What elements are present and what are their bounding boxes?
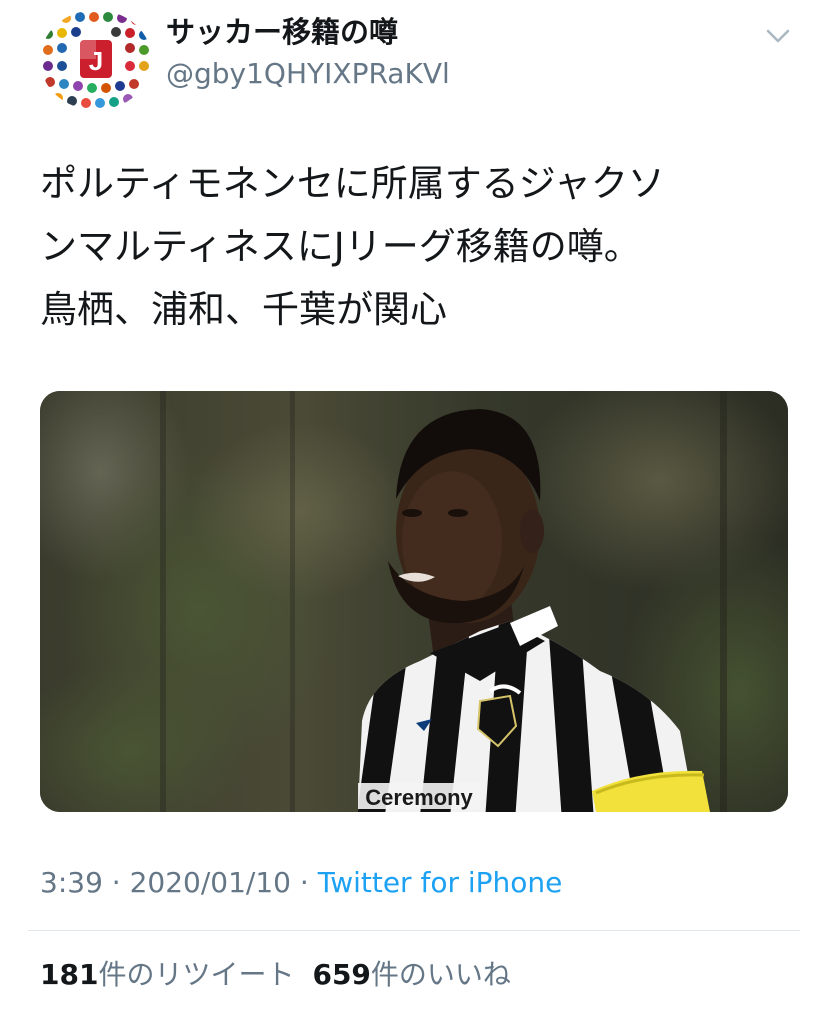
tweet-text: ポルティモネンセに所属するジャクソ ンマルティネスにJリーグ移籍の噂。 鳥栖、浦… bbox=[40, 162, 665, 331]
meta-separator: · bbox=[299, 866, 309, 899]
player-photo: Ceremony bbox=[40, 391, 788, 812]
meta-separator: · bbox=[111, 866, 121, 899]
retweet-count: 181 bbox=[40, 958, 99, 991]
tweet-time: 3:39 bbox=[40, 866, 103, 899]
tweet-date: 2020/01/10 bbox=[129, 866, 291, 899]
svg-text:J: J bbox=[89, 46, 103, 76]
chevron-down-icon[interactable] bbox=[760, 22, 796, 50]
like-label: 件のいいね bbox=[370, 958, 511, 991]
like-count: 659 bbox=[312, 958, 371, 991]
divider bbox=[28, 930, 800, 931]
jersey-sponsor-text: Ceremony bbox=[365, 785, 473, 810]
tweet-source-link[interactable]: Twitter for iPhone bbox=[318, 866, 563, 899]
retweets-stat[interactable]: 181件のリツイート bbox=[40, 958, 294, 991]
avatar[interactable]: J bbox=[40, 10, 152, 110]
club-crests-icon: J bbox=[43, 12, 149, 108]
retweet-label: 件のリツイート bbox=[98, 958, 295, 991]
user-handle[interactable]: @gby1QHYIXPRaKVl bbox=[166, 57, 450, 91]
likes-stat[interactable]: 659件のいいね bbox=[312, 958, 510, 991]
tweet-metadata: 3:39 · 2020/01/10 · Twitter for iPhone bbox=[40, 866, 562, 900]
engagement-stats: 181件のリツイート 659件のいいね bbox=[40, 957, 511, 993]
display-name[interactable]: サッカー移籍の噂 bbox=[166, 14, 398, 50]
tweet-media-image[interactable]: Ceremony bbox=[40, 391, 788, 812]
